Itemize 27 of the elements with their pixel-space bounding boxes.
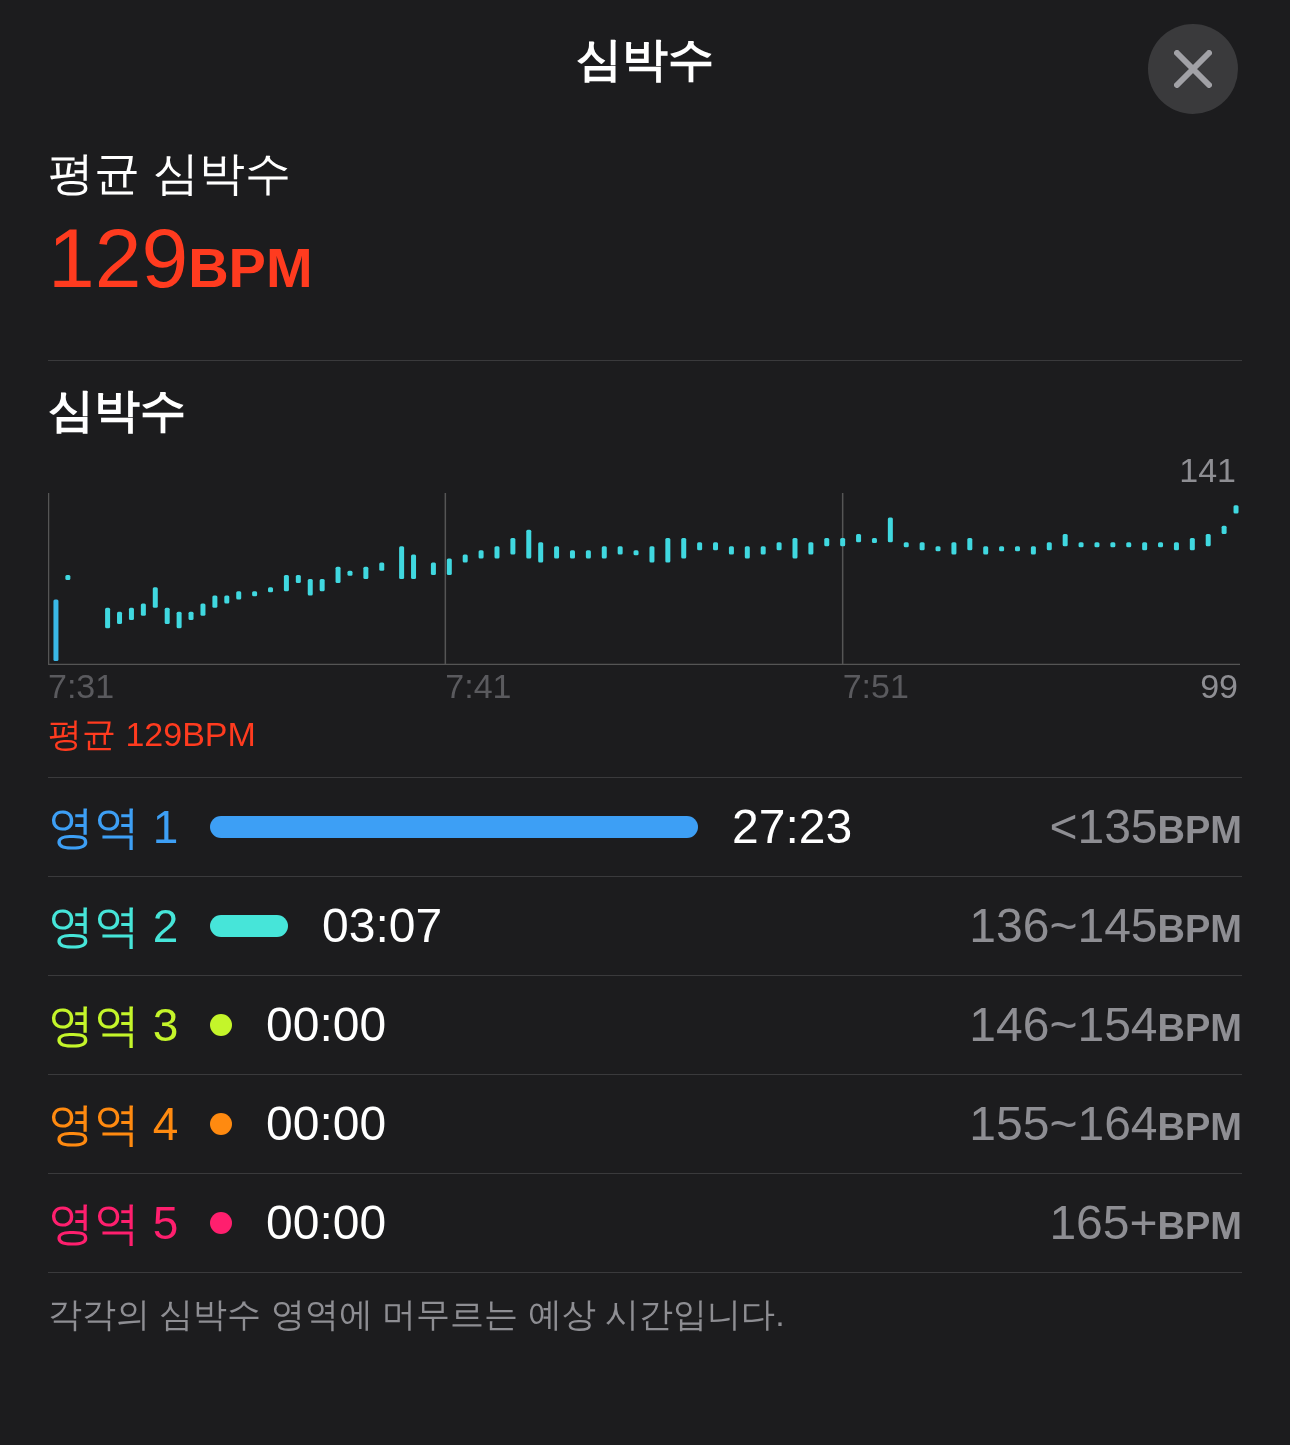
average-caption: 평균 129BPM — [48, 717, 257, 751]
zone-time: 03:07 — [322, 898, 443, 954]
zone-label: 영역 2 — [48, 898, 180, 954]
footnote: 각각의 심박수 영역에 머무르는 예상 시간입니다. — [48, 1294, 786, 1335]
average-value: 129BPM — [48, 216, 314, 300]
close-icon — [1174, 50, 1212, 88]
time-label: 7:31 — [48, 669, 115, 703]
zone-label: 영역 5 — [48, 1195, 180, 1251]
zone-time: 00:00 — [266, 1096, 387, 1152]
zone-range: <135BPM — [1049, 799, 1242, 855]
time-label: 7:41 — [445, 669, 512, 703]
zone-time: 00:00 — [266, 997, 387, 1053]
zone-label: 영역 1 — [48, 799, 180, 855]
y-axis-label: 141 — [1179, 453, 1237, 487]
zone-range: 136~145BPM — [969, 898, 1242, 954]
zone-time: 27:23 — [732, 799, 853, 855]
zone-time: 00:00 — [266, 1195, 387, 1251]
page-title: 심박수 — [576, 36, 714, 82]
zone-range: 146~154BPM — [969, 997, 1242, 1053]
average-label: 평균 심박수 — [48, 150, 292, 196]
section-title: 심박수 — [48, 387, 187, 433]
zone-label: 영역 3 — [48, 997, 180, 1053]
y-axis-label: 99 — [1200, 669, 1238, 703]
time-label: 7:51 — [842, 669, 909, 703]
zone-range: 165+BPM — [1049, 1195, 1242, 1251]
zone-label: 영역 4 — [48, 1096, 180, 1152]
zone-range: 155~164BPM — [969, 1096, 1242, 1152]
